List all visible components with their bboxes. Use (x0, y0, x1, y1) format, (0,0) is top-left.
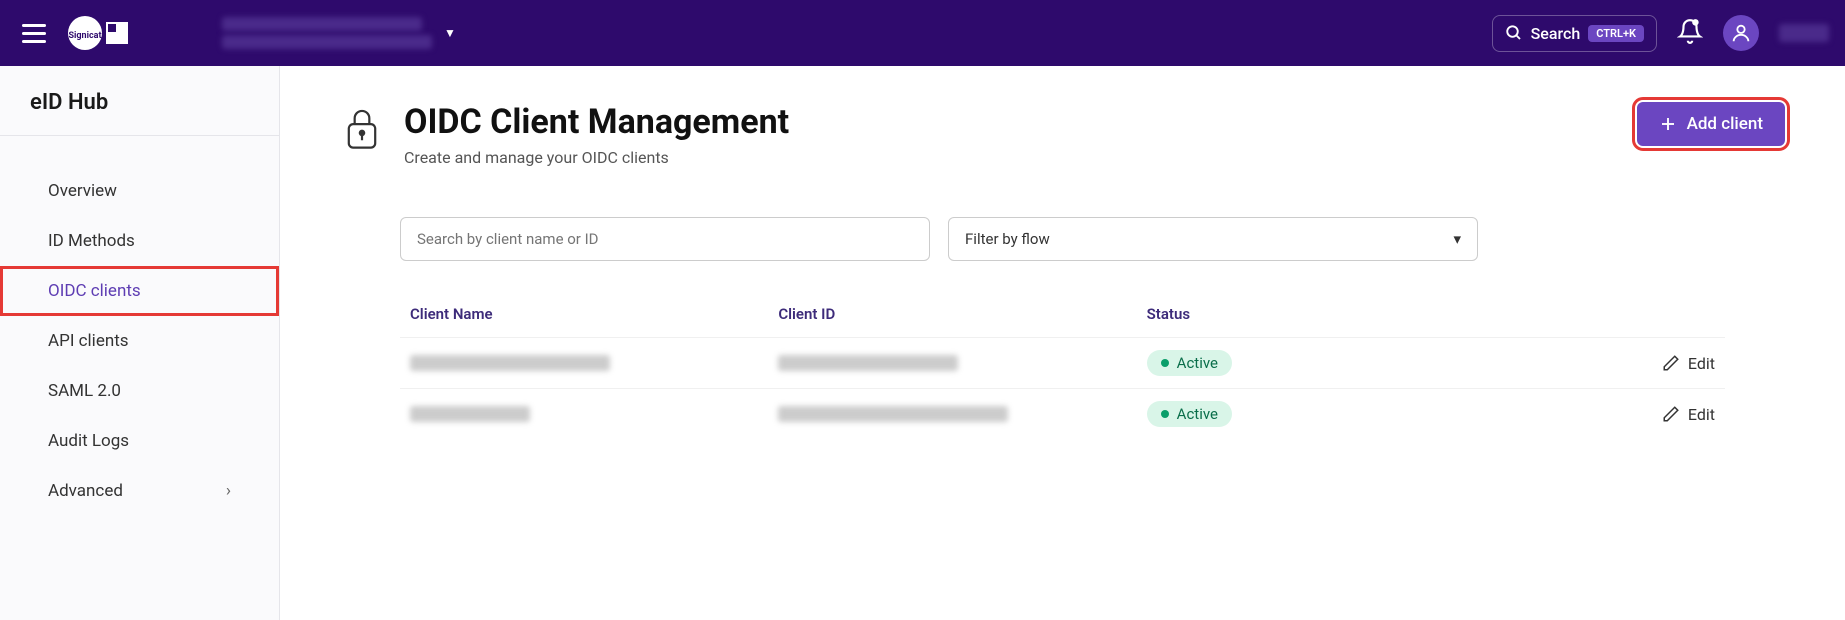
page-subtitle: Create and manage your OIDC clients (404, 148, 789, 167)
table-row: Active Edit (400, 337, 1725, 388)
client-name-redacted (410, 406, 530, 422)
add-client-button[interactable]: Add client (1637, 102, 1785, 146)
search-icon (1505, 24, 1523, 42)
topbar-right: Search CTRL+K (1492, 15, 1829, 52)
notifications-button[interactable] (1677, 18, 1703, 48)
page-title: OIDC Client Management (404, 102, 789, 142)
edit-button[interactable]: Edit (1515, 405, 1715, 424)
sidebar-item-overview[interactable]: Overview (0, 166, 279, 216)
sidebar-item-audit-logs[interactable]: Audit Logs (0, 416, 279, 466)
filter-flow-select[interactable]: Filter by flow ▾ (948, 217, 1478, 261)
sidebar-item-id-methods[interactable]: ID Methods (0, 216, 279, 266)
sidebar-item-saml[interactable]: SAML 2.0 (0, 366, 279, 416)
menu-button[interactable] (16, 15, 52, 51)
client-id-redacted (778, 355, 958, 371)
sidebar: eID Hub Overview ID Methods OIDC clients… (0, 66, 280, 620)
main-content: OIDC Client Management Create and manage… (280, 66, 1845, 620)
topbar: Signicat ▼ Search CTRL+K (0, 0, 1845, 66)
caret-down-icon: ▾ (1453, 230, 1461, 248)
sidebar-nav: Overview ID Methods OIDC clients API cli… (0, 136, 279, 546)
col-status: Status (1147, 305, 1515, 323)
search-button[interactable]: Search CTRL+K (1492, 15, 1657, 52)
search-label: Search (1531, 24, 1581, 43)
sidebar-item-oidc-clients[interactable]: OIDC clients (0, 266, 279, 316)
signicat-logo: Signicat (68, 16, 198, 50)
col-client-id: Client ID (778, 305, 1146, 323)
topbar-left: Signicat ▼ (16, 13, 464, 53)
chevron-right-icon: › (226, 481, 231, 501)
filters: Filter by flow ▾ (340, 217, 1785, 261)
lock-icon (340, 108, 384, 152)
client-name-redacted (410, 355, 610, 371)
pencil-icon (1662, 354, 1680, 372)
sidebar-title: eID Hub (0, 66, 279, 136)
client-id-redacted (778, 406, 1008, 422)
pencil-icon (1662, 405, 1680, 423)
user-avatar[interactable] (1723, 15, 1759, 51)
table-row: Active Edit (400, 388, 1725, 439)
edit-button[interactable]: Edit (1515, 354, 1715, 373)
org-selector[interactable]: ▼ (214, 13, 464, 53)
clients-table: Client Name Client ID Status Active (340, 291, 1785, 439)
caret-down-icon: ▼ (444, 26, 456, 40)
col-client-name: Client Name (410, 305, 778, 323)
status-badge: Active (1147, 401, 1232, 427)
org-name-redacted (222, 17, 432, 49)
status-badge: Active (1147, 350, 1232, 376)
svg-text:Signicat: Signicat (68, 31, 101, 41)
plus-icon (1659, 115, 1677, 133)
username-redacted (1779, 24, 1829, 42)
sidebar-item-advanced[interactable]: Advanced › (0, 466, 279, 516)
page-header: OIDC Client Management Create and manage… (340, 102, 1785, 167)
client-search-input[interactable] (400, 217, 930, 261)
table-head: Client Name Client ID Status (400, 291, 1725, 337)
sidebar-item-api-clients[interactable]: API clients (0, 316, 279, 366)
search-shortcut: CTRL+K (1588, 25, 1644, 42)
